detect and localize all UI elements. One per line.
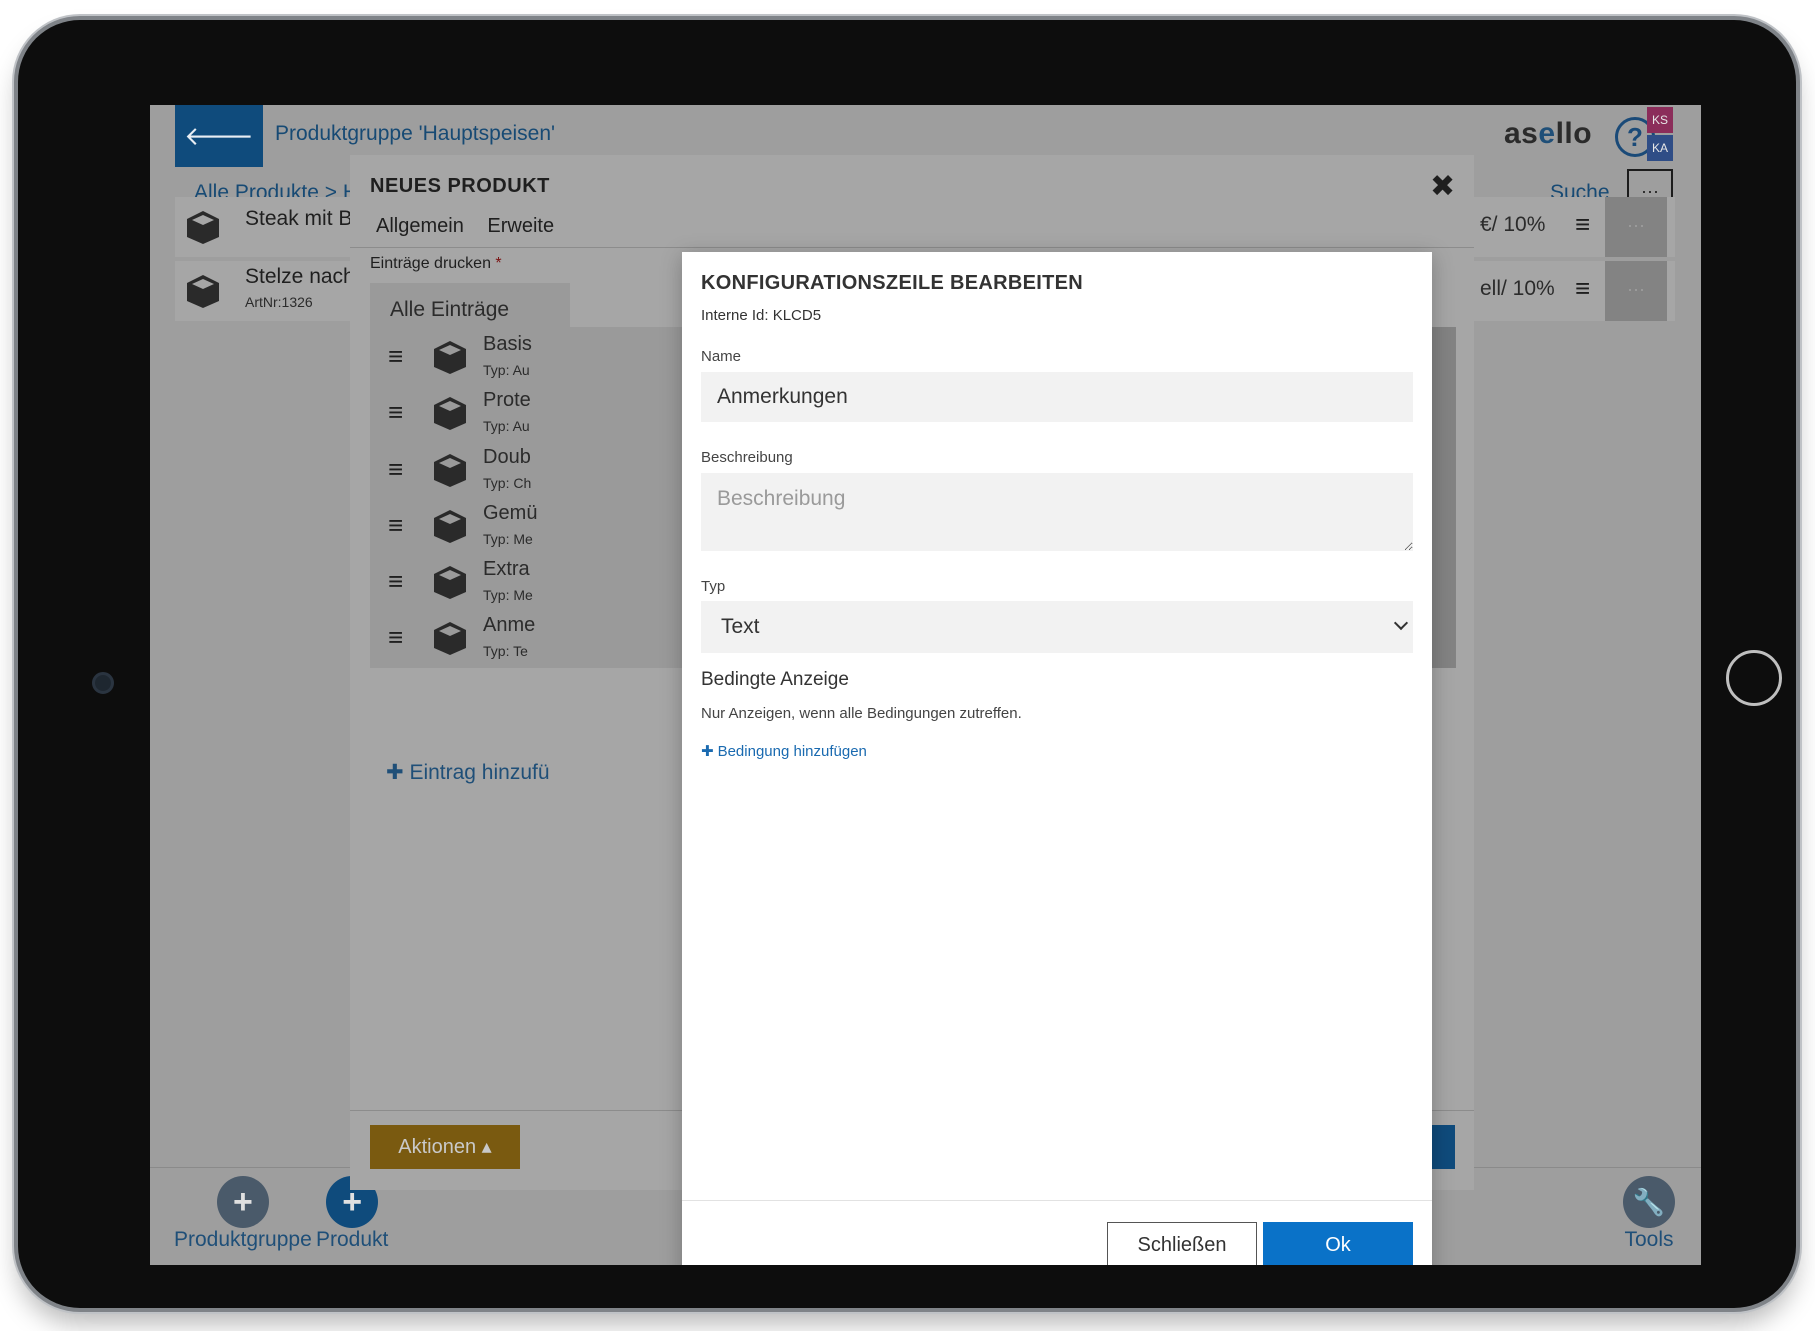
box-icon — [434, 397, 466, 430]
actions-button[interactable]: Aktionen ▴ — [370, 1125, 520, 1169]
entry-type: Typ: Te — [483, 643, 528, 659]
product-artnr: ArtNr:1326 — [245, 294, 313, 310]
plus-icon: ✚ — [701, 743, 714, 760]
name-input[interactable] — [701, 372, 1413, 422]
entry-type: Typ: Ch — [483, 475, 532, 491]
description-textarea[interactable] — [701, 473, 1413, 551]
product-price: ell/ 10% — [1480, 277, 1555, 300]
back-button[interactable]: 🡐 — [175, 105, 263, 167]
box-icon — [434, 566, 466, 599]
divider — [350, 247, 1474, 248]
user-badge-ks[interactable]: KS — [1647, 107, 1673, 133]
drag-handle-icon[interactable]: ≡ — [388, 341, 403, 372]
product-more-button[interactable]: ··· — [1605, 261, 1667, 321]
entry-title: Prote — [483, 389, 531, 411]
product-more-button[interactable]: ··· — [1605, 197, 1667, 257]
wrench-icon: 🔧 — [1623, 1176, 1675, 1228]
entry-title: Basis — [483, 333, 532, 355]
box-icon — [434, 454, 466, 487]
entry-title: Extra — [483, 558, 530, 580]
name-label: Name — [701, 348, 742, 365]
product-price: €/ 10% — [1480, 213, 1546, 236]
close-icon[interactable]: ✖ — [1430, 169, 1455, 204]
drag-handle-icon[interactable]: ≡ — [388, 566, 403, 597]
modal-title: NEUES PRODUKT — [370, 175, 550, 197]
arrow-left-icon: 🡐 — [184, 121, 254, 151]
conditional-display-hint: Nur Anzeigen, wenn alle Bedingungen zutr… — [701, 705, 1022, 722]
hamburger-icon[interactable]: ≡ — [1575, 209, 1590, 240]
box-icon — [187, 275, 219, 308]
type-select[interactable]: Text — [701, 601, 1413, 653]
nav-produktgruppe[interactable]: + Produktgruppe — [174, 1176, 312, 1252]
tablet-frame: 🡐 Produktgruppe 'Hauptspeisen' asello ? … — [18, 20, 1796, 1308]
entry-type: Typ: Me — [483, 531, 533, 547]
plus-icon: + — [216, 1176, 269, 1228]
entry-type: Typ: Me — [483, 587, 533, 603]
page-title: Produktgruppe 'Hauptspeisen' — [275, 122, 556, 145]
dialog-title: KONFIGURATIONSZEILE BEARBEITEN — [701, 272, 1083, 294]
entry-type: Typ: Au — [483, 418, 530, 434]
box-icon — [434, 510, 466, 543]
description-label: Beschreibung — [701, 449, 793, 466]
entry-type: Typ: Au — [483, 362, 530, 378]
user-badge-ka[interactable]: KA — [1647, 135, 1673, 161]
nav-tools[interactable]: 🔧 Tools — [1623, 1176, 1675, 1252]
caret-up-icon: ▴ — [481, 1136, 492, 1158]
screen: 🡐 Produktgruppe 'Hauptspeisen' asello ? … — [150, 105, 1701, 1265]
box-icon — [187, 211, 219, 244]
add-entry-link[interactable]: ✚ Eintrag hinzufü — [386, 760, 550, 785]
print-entries-label: Einträge drucken * — [370, 255, 502, 272]
camera — [92, 672, 114, 694]
box-icon — [434, 622, 466, 655]
type-label: Typ — [701, 578, 726, 595]
add-condition-link[interactable]: ✚ Bedingung hinzufügen — [701, 742, 867, 760]
ok-button[interactable]: Ok — [1263, 1222, 1413, 1265]
drag-handle-icon[interactable]: ≡ — [388, 454, 403, 485]
product-name: Steak mit B — [245, 207, 353, 230]
entry-title: Doub — [483, 446, 531, 468]
tab-allgemein[interactable]: Allgemein — [376, 215, 464, 237]
tab-erweitert[interactable]: Erweite — [487, 215, 554, 237]
conditional-display-title: Bedingte Anzeige — [701, 669, 849, 690]
close-button[interactable]: Schließen — [1107, 1222, 1257, 1265]
product-name: Stelze nach — [245, 265, 355, 288]
entry-title: Anme — [483, 614, 536, 636]
asello-logo: asello — [1504, 117, 1593, 150]
hamburger-icon[interactable]: ≡ — [1575, 273, 1590, 304]
box-icon — [434, 341, 466, 374]
drag-handle-icon[interactable]: ≡ — [388, 622, 403, 653]
plus-icon: ✚ — [386, 761, 410, 784]
entry-title: Gemü — [483, 502, 538, 524]
divider — [682, 1200, 1432, 1201]
drag-handle-icon[interactable]: ≡ — [388, 397, 403, 428]
home-button[interactable] — [1726, 650, 1782, 706]
drag-handle-icon[interactable]: ≡ — [388, 510, 403, 541]
internal-id: Interne Id: KLCD5 — [701, 307, 822, 324]
modal-tabs: Allgemein Erweite — [376, 215, 572, 238]
edit-config-line-dialog: KONFIGURATIONSZEILE BEARBEITEN Interne I… — [682, 252, 1432, 1265]
